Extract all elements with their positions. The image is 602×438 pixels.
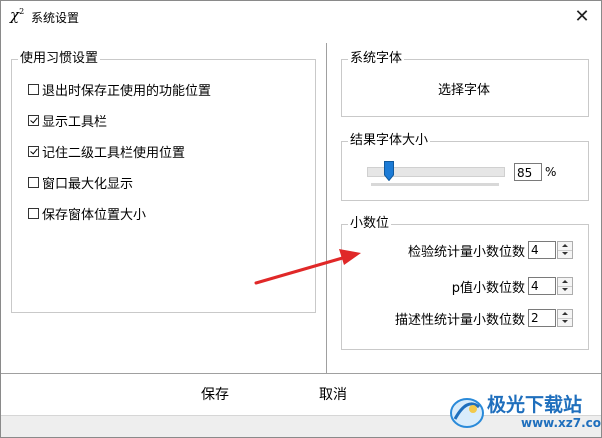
watermark-text: 极光下载站: [487, 394, 583, 416]
red-annotation-arrow: [254, 249, 361, 285]
watermark-url: www.xz7.com: [521, 416, 602, 430]
settings-dialog: χ2 系统设置 ✕ 使用习惯设置 退出时保存正使用的功能位置 显示工具栏 记住二…: [0, 0, 602, 438]
